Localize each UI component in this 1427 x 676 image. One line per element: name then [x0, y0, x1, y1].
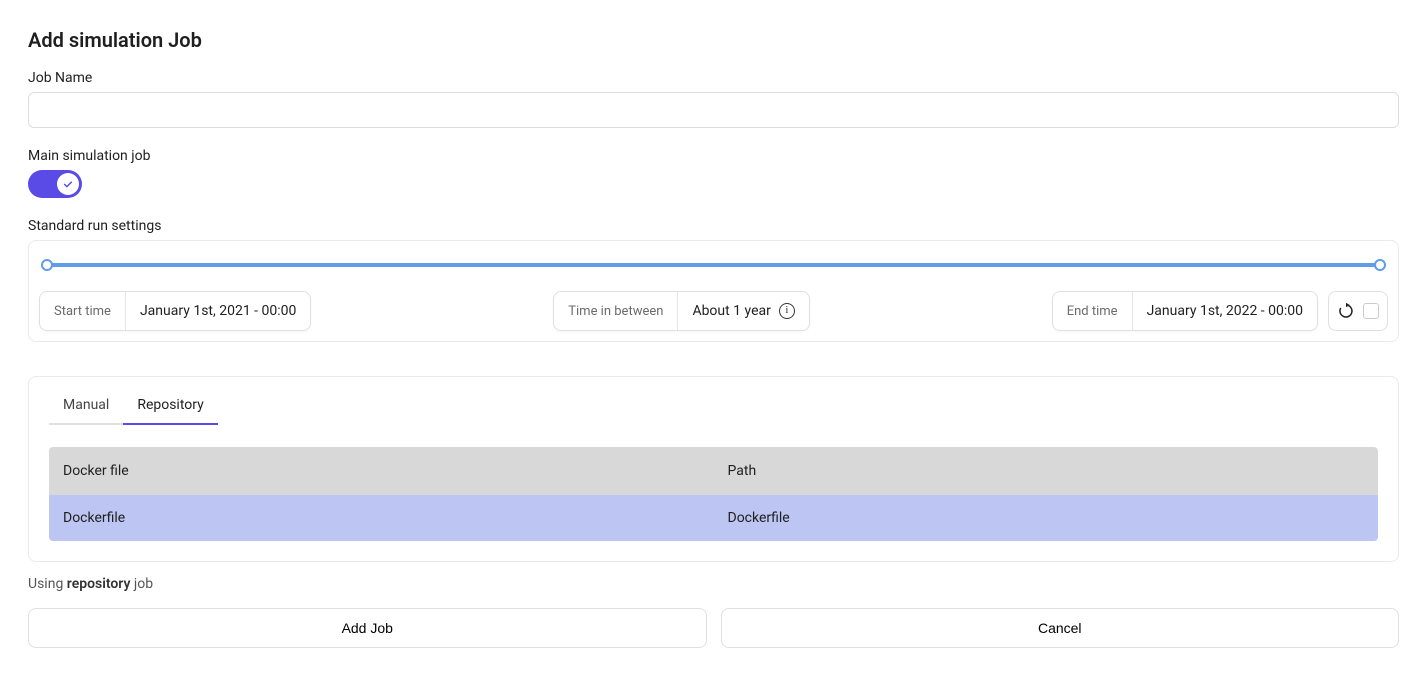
end-time-value: January 1st, 2022 - 00:00	[1133, 292, 1317, 330]
slider-handle-end[interactable]	[1374, 259, 1386, 271]
tab-manual[interactable]: Manual	[49, 397, 123, 425]
repeat-icon	[1337, 302, 1355, 320]
start-time-tag: Start time	[40, 292, 126, 330]
check-icon	[62, 178, 74, 190]
end-time-field[interactable]: End time January 1st, 2022 - 00:00	[1052, 291, 1318, 331]
job-name-input[interactable]	[28, 92, 1399, 128]
time-between-field[interactable]: Time in between About 1 year i	[553, 291, 810, 331]
footnote: Using repository job	[28, 576, 1399, 592]
cell-path: Dockerfile	[714, 510, 1379, 526]
toggle-knob	[57, 173, 79, 195]
slider-handle-start[interactable]	[41, 259, 53, 271]
cancel-button[interactable]: Cancel	[721, 608, 1400, 648]
docker-table: Docker file Path Dockerfile Dockerfile	[49, 447, 1378, 541]
start-time-field[interactable]: Start time January 1st, 2021 - 00:00	[39, 291, 311, 331]
source-tabs-box: Manual Repository Docker file Path Docke…	[28, 376, 1399, 562]
run-settings-label: Standard run settings	[28, 218, 1399, 234]
table-row[interactable]: Dockerfile Dockerfile	[49, 495, 1378, 541]
header-path: Path	[714, 463, 1379, 479]
time-range-slider[interactable]	[47, 263, 1380, 267]
main-simulation-label: Main simulation job	[28, 148, 1399, 164]
page-title: Add simulation Job	[28, 28, 1399, 52]
run-settings-box: Start time January 1st, 2021 - 00:00 Tim…	[28, 240, 1399, 342]
repeat-control[interactable]	[1328, 291, 1388, 331]
header-docker-file: Docker file	[49, 463, 714, 479]
cell-docker-file: Dockerfile	[49, 510, 714, 526]
add-job-button[interactable]: Add Job	[28, 608, 707, 648]
job-name-label: Job Name	[28, 70, 1399, 86]
info-icon[interactable]: i	[779, 303, 795, 319]
time-between-tag: Time in between	[554, 292, 678, 330]
start-time-value: January 1st, 2021 - 00:00	[126, 292, 310, 330]
time-between-value: About 1 year	[692, 303, 770, 319]
end-time-tag: End time	[1053, 292, 1133, 330]
main-simulation-toggle[interactable]	[28, 170, 82, 198]
tab-repository[interactable]: Repository	[123, 397, 217, 425]
repeat-checkbox[interactable]	[1363, 303, 1379, 319]
